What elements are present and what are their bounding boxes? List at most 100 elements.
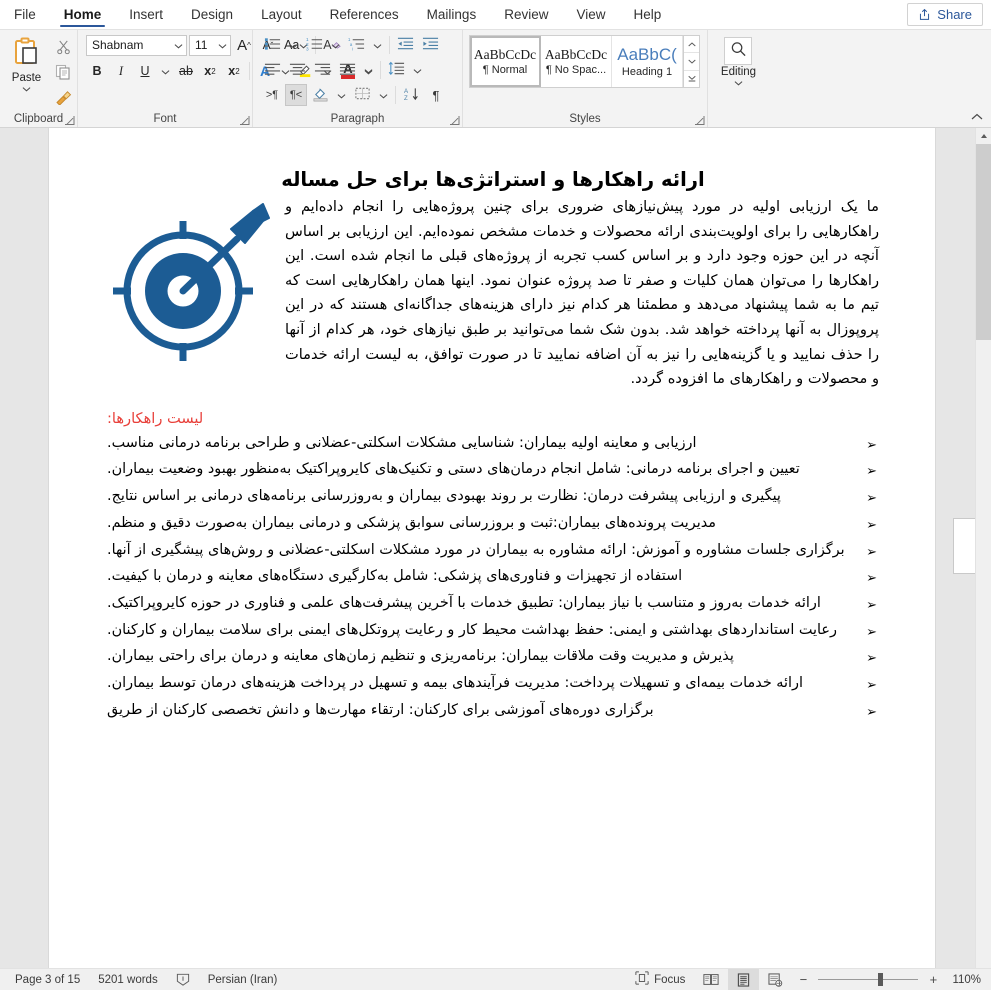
list-item: ➢ ارزیابی و معاینه اولیه بیماران: شناسایی… xyxy=(107,431,879,456)
tab-mailings[interactable]: Mailings xyxy=(413,0,491,29)
scrollbar-thumb[interactable] xyxy=(976,144,991,340)
multilevel-dropdown[interactable] xyxy=(370,34,385,56)
tab-file[interactable]: File xyxy=(0,0,50,29)
ltr-text-direction-button[interactable]: >¶ xyxy=(261,84,283,106)
document-page[interactable]: ارائه راهکارها و استراتژی‌ها برای حل مسا… xyxy=(48,128,936,968)
format-painter-button[interactable] xyxy=(53,88,73,108)
tab-view[interactable]: View xyxy=(562,0,619,29)
multilevel-list-button[interactable]: 1ai xyxy=(345,34,368,56)
tab-help[interactable]: Help xyxy=(620,0,676,29)
tab-review[interactable]: Review xyxy=(490,0,562,29)
superscript-button[interactable]: x2 xyxy=(223,60,245,82)
proofing-errors-button[interactable] xyxy=(167,969,199,990)
zoom-thumb[interactable] xyxy=(878,973,884,986)
word-count[interactable]: 5201 words xyxy=(89,969,166,990)
styles-more-button[interactable] xyxy=(684,71,699,87)
styles-scroll-down-button[interactable] xyxy=(684,53,699,71)
borders-button[interactable] xyxy=(351,84,374,106)
bullets-dropdown[interactable] xyxy=(286,34,301,56)
font-size-chevron-down-icon[interactable] xyxy=(218,43,227,49)
editing-button[interactable]: Editing xyxy=(721,35,756,86)
zoom-slider[interactable]: − + xyxy=(792,972,944,987)
style-heading-1[interactable]: AaBbC( Heading 1 xyxy=(612,36,683,87)
tab-layout[interactable]: Layout xyxy=(247,0,316,29)
subscript-button[interactable]: x2 xyxy=(199,60,221,82)
bullets-button[interactable] xyxy=(261,34,284,56)
zoom-track[interactable] xyxy=(818,973,919,986)
tab-home[interactable]: Home xyxy=(50,0,116,29)
styles-dialog-launcher[interactable] xyxy=(694,115,705,126)
decrease-indent-button[interactable] xyxy=(394,34,417,56)
document-canvas[interactable]: ارائه راهکارها و استراتژی‌ها برای حل مسا… xyxy=(0,128,991,968)
align-center-button[interactable] xyxy=(286,59,309,81)
clipboard-group-body: Paste xyxy=(4,33,73,111)
tab-design[interactable]: Design xyxy=(177,0,247,29)
sort-button[interactable]: AZ xyxy=(400,84,423,106)
share-icon xyxy=(918,8,931,21)
language-indicator[interactable]: Persian (Iran) xyxy=(199,969,287,990)
zoom-out-button[interactable]: − xyxy=(796,972,810,987)
borders-dropdown[interactable] xyxy=(376,84,391,106)
increase-indent-button[interactable] xyxy=(419,34,442,56)
paragraph-separator-2 xyxy=(380,61,381,79)
bold-button[interactable]: B xyxy=(86,60,108,82)
numbering-dropdown[interactable] xyxy=(328,34,343,56)
align-left-button[interactable] xyxy=(261,59,284,81)
ribbon-tab-bar: File Home Insert Design Layout Reference… xyxy=(0,0,991,29)
align-right-button[interactable] xyxy=(311,59,334,81)
numbering-button[interactable]: 123 xyxy=(303,34,326,56)
editing-chevron-down-icon[interactable] xyxy=(734,80,743,86)
shading-dropdown[interactable] xyxy=(334,84,349,106)
read-mode-button[interactable] xyxy=(694,969,728,990)
paragraph-dialog-launcher[interactable] xyxy=(449,115,460,126)
zoom-in-button[interactable]: + xyxy=(926,972,940,987)
list-item-text: تعیین و اجرای برنامه درمانی: شامل انجام … xyxy=(107,461,800,478)
rtl-text-direction-button[interactable]: ¶< xyxy=(285,84,307,106)
underline-dropdown[interactable] xyxy=(158,60,173,82)
zoom-level[interactable]: 110% xyxy=(944,974,985,986)
justify-button[interactable] xyxy=(336,59,359,81)
bullet-marker-icon: ➢ xyxy=(866,491,877,507)
italic-button[interactable]: I xyxy=(110,60,132,82)
focus-mode-button[interactable]: Focus xyxy=(626,969,694,990)
style-no-spacing[interactable]: AaBbCcDc ¶ No Spac... xyxy=(541,36,612,87)
strikethrough-button[interactable]: ab xyxy=(175,60,197,82)
line-spacing-button[interactable] xyxy=(385,59,408,81)
font-name-chevron-down-icon[interactable] xyxy=(174,43,183,49)
print-layout-button[interactable] xyxy=(728,969,760,990)
font-dialog-launcher[interactable] xyxy=(239,115,250,126)
word-count-label: 5201 words xyxy=(98,973,158,986)
cut-button[interactable] xyxy=(53,38,73,58)
share-button[interactable]: Share xyxy=(907,3,983,26)
underline-button[interactable]: U xyxy=(134,60,156,82)
tab-insert[interactable]: Insert xyxy=(115,0,177,29)
side-panel-tab[interactable] xyxy=(953,518,975,574)
web-layout-button[interactable] xyxy=(759,969,792,990)
clipboard-dialog-launcher[interactable] xyxy=(64,115,75,126)
list-item: ➢ برگزاری دوره‌های آموزشی برای کارکنان: ا… xyxy=(107,698,879,723)
font-size-combo[interactable]: 11 xyxy=(189,34,231,56)
scroll-up-button[interactable] xyxy=(976,128,991,144)
show-formatting-marks-button[interactable]: ¶ xyxy=(425,84,447,106)
read-mode-icon xyxy=(703,973,720,986)
copy-button[interactable] xyxy=(53,63,73,83)
style-normal-preview: AaBbCcDc xyxy=(473,47,537,62)
underline-label: U xyxy=(140,64,150,78)
list-item: ➢ مدیریت پرونده‌های بیماران:ثبت و بروزرسا… xyxy=(107,511,879,536)
numbering-icon: 123 xyxy=(306,36,323,54)
list-item-text: رعایت استانداردهای بهداشتی و ایمنی: حفظ … xyxy=(107,621,837,638)
style-normal[interactable]: AaBbCcDc ¶ Normal xyxy=(470,36,541,87)
collapse-ribbon-button[interactable] xyxy=(970,110,984,124)
shading-button[interactable] xyxy=(309,84,332,106)
justify-dropdown[interactable] xyxy=(361,59,376,81)
superscript-label: x xyxy=(228,64,236,78)
svg-text:Z: Z xyxy=(404,95,408,102)
styles-scroll-up-button[interactable] xyxy=(684,36,699,54)
paste-chevron-down-icon[interactable] xyxy=(22,86,31,92)
page-indicator[interactable]: Page 3 of 15 xyxy=(6,969,89,990)
tab-references[interactable]: References xyxy=(316,0,413,29)
font-name-combo[interactable]: Shabnam xyxy=(86,34,187,56)
vertical-scrollbar[interactable] xyxy=(975,128,991,968)
line-spacing-dropdown[interactable] xyxy=(410,59,425,81)
paste-button[interactable]: Paste xyxy=(6,35,47,92)
